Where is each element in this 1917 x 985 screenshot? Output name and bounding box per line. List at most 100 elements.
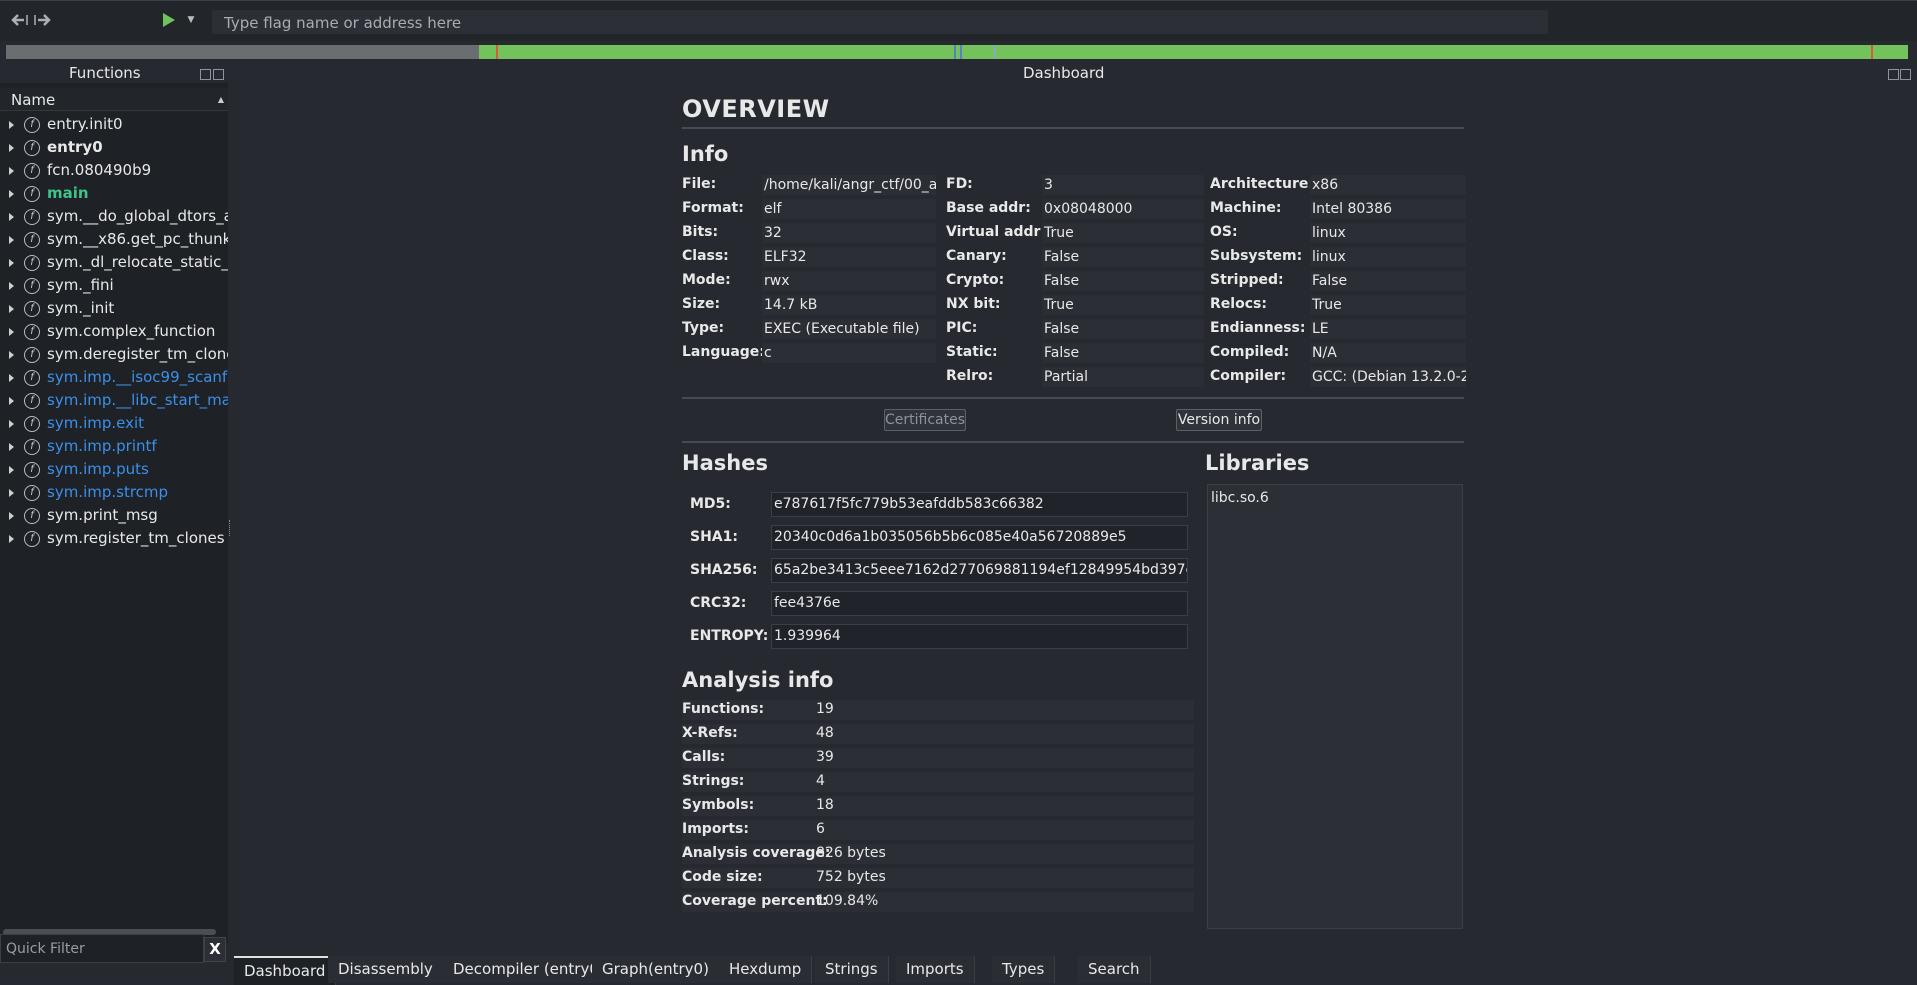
hashes-heading: Hashes — [682, 451, 768, 475]
hash-value[interactable]: e787617f5fc779b53eafddb583c66382 — [771, 492, 1188, 517]
quick-filter-input[interactable] — [1, 935, 198, 962]
expand-arrow-icon[interactable] — [9, 351, 14, 359]
function-list-item[interactable]: f sym._init — [0, 297, 228, 320]
nav-marker — [1871, 45, 1873, 59]
version-info-button[interactable]: Version info — [1176, 409, 1262, 431]
expand-arrow-icon[interactable] — [9, 374, 14, 382]
function-name: sym.imp.puts — [47, 460, 149, 478]
expand-arrow-icon[interactable] — [9, 443, 14, 451]
expand-arrow-icon[interactable] — [9, 512, 14, 520]
function-list-item[interactable]: f sym.imp.__libc_start_main — [0, 389, 228, 412]
analysis-row: Coverage percent: 109.84% — [682, 892, 1194, 912]
info-value: Partial — [1042, 367, 1204, 387]
function-list-item[interactable]: f entry.init0 — [0, 113, 228, 136]
info-key: Mode: — [682, 272, 731, 288]
function-list-item[interactable]: f sym.print_msg — [0, 504, 228, 527]
info-value: True — [1310, 295, 1466, 315]
expand-arrow-icon[interactable] — [9, 282, 14, 290]
expand-arrow-icon[interactable] — [9, 144, 14, 152]
expand-arrow-icon[interactable] — [9, 121, 14, 129]
hash-value[interactable]: 20340c0d6a1b035056b5b6c085e40a56720889e5 — [771, 525, 1188, 550]
flag-search-bar[interactable] — [212, 10, 1548, 36]
expand-arrow-icon[interactable] — [9, 420, 14, 428]
function-list-item[interactable]: f main — [0, 182, 228, 205]
function-list-item[interactable]: f sym.imp.exit — [0, 412, 228, 435]
column-header-name[interactable]: Name ▲ — [0, 88, 228, 111]
expand-arrow-icon[interactable] — [9, 236, 14, 244]
function-list-item[interactable]: f sym._fini — [0, 274, 228, 297]
function-list-item[interactable]: f sym.imp.strcmp — [0, 481, 228, 504]
function-list-item[interactable]: f sym.__do_global_dtors_aux — [0, 205, 228, 228]
function-list-item[interactable]: f sym.register_tm_clones — [0, 527, 228, 550]
tab-hexdump[interactable]: Hexdump — [719, 956, 813, 983]
info-value: True — [1042, 295, 1204, 315]
nav-unmapped-segment — [6, 45, 479, 59]
function-list-item[interactable]: f sym.complex_function — [0, 320, 228, 343]
hash-value[interactable]: fee4376e — [771, 591, 1188, 616]
float-dock-icon[interactable] — [200, 69, 211, 80]
expand-arrow-icon[interactable] — [9, 489, 14, 497]
close-icon[interactable] — [1900, 69, 1911, 80]
function-icon: f — [24, 347, 40, 363]
clear-filter-button[interactable]: X — [204, 937, 226, 962]
tab-disassembly[interactable]: Disassembly — [328, 956, 444, 983]
function-list-item[interactable]: f sym.__x86.get_pc_thunk.bx — [0, 228, 228, 251]
info-value: GCC: (Debian 13.2.0-24 — [1310, 367, 1466, 387]
expand-arrow-icon[interactable] — [9, 213, 14, 221]
function-list-item[interactable]: f entry0 — [0, 136, 228, 159]
arrow-right-icon[interactable] — [32, 9, 54, 31]
tab-search[interactable]: Search — [1078, 956, 1151, 983]
panel-splitter-handle[interactable] — [229, 520, 232, 536]
quick-filter-field[interactable] — [0, 934, 204, 963]
info-key: Subsystem: — [1210, 248, 1303, 264]
function-icon: f — [24, 416, 40, 432]
function-icon: f — [24, 485, 40, 501]
analysis-key: Coverage percent: — [682, 893, 828, 909]
analysis-key: Calls: — [682, 749, 726, 765]
tab-decompiler-entry0[interactable]: Decompiler (entry0) — [443, 956, 616, 983]
tab-imports[interactable]: Imports — [896, 956, 975, 983]
function-icon: f — [24, 393, 40, 409]
expand-arrow-icon[interactable] — [9, 328, 14, 336]
expand-arrow-icon[interactable] — [9, 259, 14, 267]
chevron-down-icon[interactable]: ▼ — [180, 9, 202, 31]
function-list-item[interactable]: f sym.imp.printf — [0, 435, 228, 458]
hash-value[interactable]: 65a2be3413c5eee7162d277069881194ef128499… — [771, 558, 1188, 583]
info-key: Type: — [682, 320, 725, 336]
function-list-item[interactable]: f sym.deregister_tm_clones — [0, 343, 228, 366]
function-list-item[interactable]: f sym._dl_relocate_static_pie — [0, 251, 228, 274]
analysis-row: Functions: 19 — [682, 700, 1194, 720]
function-list-item[interactable]: f sym.imp.puts — [0, 458, 228, 481]
library-item[interactable]: libc.so.6 — [1211, 490, 1269, 506]
function-list-item[interactable]: f sym.imp.__isoc99_scanf — [0, 366, 228, 389]
function-name: sym.imp.__libc_start_main — [47, 391, 228, 409]
flag-search-input[interactable] — [212, 10, 1546, 36]
close-icon[interactable] — [213, 69, 224, 80]
info-value: 14.7 kB — [762, 295, 936, 315]
info-key: File: — [682, 176, 717, 192]
info-key: Compiled: — [1210, 344, 1290, 360]
arrow-left-icon[interactable] — [8, 9, 30, 31]
function-list-item[interactable]: f fcn.080490b9 — [0, 159, 228, 182]
expand-arrow-icon[interactable] — [9, 535, 14, 543]
info-value: False — [1042, 343, 1204, 363]
tab-graph-entry0[interactable]: Graph(entry0) — [592, 956, 720, 983]
divider — [682, 441, 1464, 443]
tab-dashboard[interactable]: Dashboard — [234, 956, 337, 985]
expand-arrow-icon[interactable] — [9, 167, 14, 175]
tab-strings[interactable]: Strings — [815, 956, 889, 983]
expand-arrow-icon[interactable] — [9, 190, 14, 198]
dashboard-panel-title: Dashboard — [1023, 64, 1105, 82]
function-name: sym.imp.exit — [47, 414, 145, 432]
address-navigation-bar[interactable] — [6, 45, 1908, 59]
play-icon[interactable] — [158, 9, 180, 31]
info-value: False — [1042, 247, 1204, 267]
expand-arrow-icon[interactable] — [9, 466, 14, 474]
info-value: c — [762, 343, 936, 363]
hash-value[interactable]: 1.939964 — [771, 624, 1188, 649]
float-dock-icon[interactable] — [1888, 69, 1899, 80]
tab-types[interactable]: Types — [992, 956, 1056, 983]
expand-arrow-icon[interactable] — [9, 397, 14, 405]
expand-arrow-icon[interactable] — [9, 305, 14, 313]
certificates-button[interactable]: Certificates — [884, 409, 966, 431]
